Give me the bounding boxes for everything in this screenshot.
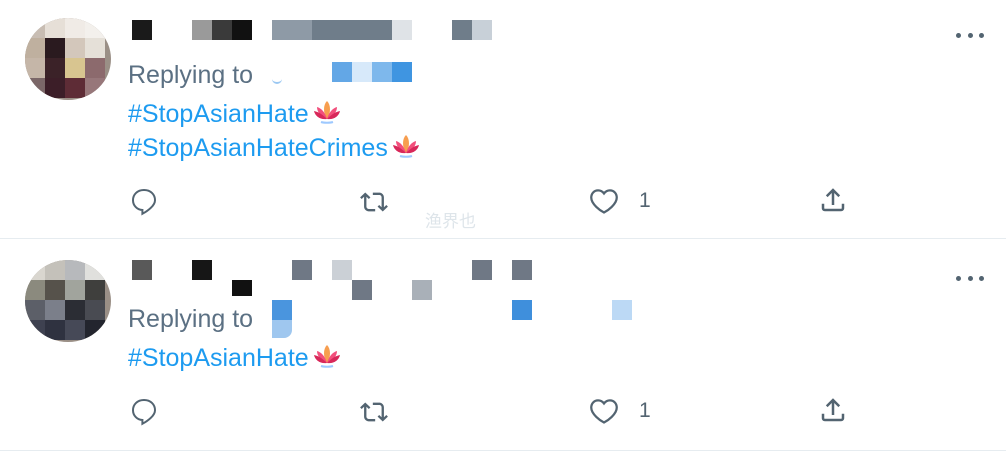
like-button[interactable]: 1 [589, 186, 651, 216]
replying-to-label: Replying to [128, 61, 254, 89]
like-button[interactable]: 1 [589, 396, 651, 426]
share-icon [818, 395, 848, 425]
like-count: 1 [639, 189, 651, 212]
reply-icon [131, 398, 157, 426]
avatar[interactable] [25, 18, 111, 100]
retweet-button[interactable] [358, 188, 390, 216]
heart-icon [589, 186, 619, 216]
hashtag-link[interactable]: #StopAsianHateCrimes [128, 131, 421, 163]
share-icon [818, 185, 848, 215]
avatar[interactable] [25, 260, 111, 342]
replying-to-label: Replying to [128, 305, 254, 333]
more-icon[interactable] [956, 267, 984, 289]
reply-button[interactable] [130, 396, 158, 426]
hashtag-link[interactable]: #StopAsianHate [128, 97, 342, 129]
share-button[interactable] [818, 395, 848, 425]
reply-button[interactable] [130, 186, 158, 216]
tweet[interactable]: Replying to #StopAsianHate #StopAsianHat… [0, 0, 1006, 238]
retweet-button[interactable] [358, 398, 390, 426]
watermark: 渔界也 [425, 212, 476, 231]
reply-icon [131, 188, 157, 216]
tweet[interactable]: Replying to #StopAsianHate 1 [0, 240, 1006, 450]
more-icon[interactable] [956, 24, 984, 46]
lotus-icon [312, 341, 342, 371]
retweet-icon [358, 188, 390, 216]
divider [0, 450, 1006, 451]
heart-icon [589, 396, 619, 426]
hashtag-link[interactable]: #StopAsianHate [128, 341, 342, 373]
divider [0, 238, 1006, 239]
retweet-icon [358, 398, 390, 426]
share-button[interactable] [818, 185, 848, 215]
lotus-icon [391, 131, 421, 161]
lotus-icon [312, 97, 342, 127]
like-count: 1 [639, 399, 651, 422]
